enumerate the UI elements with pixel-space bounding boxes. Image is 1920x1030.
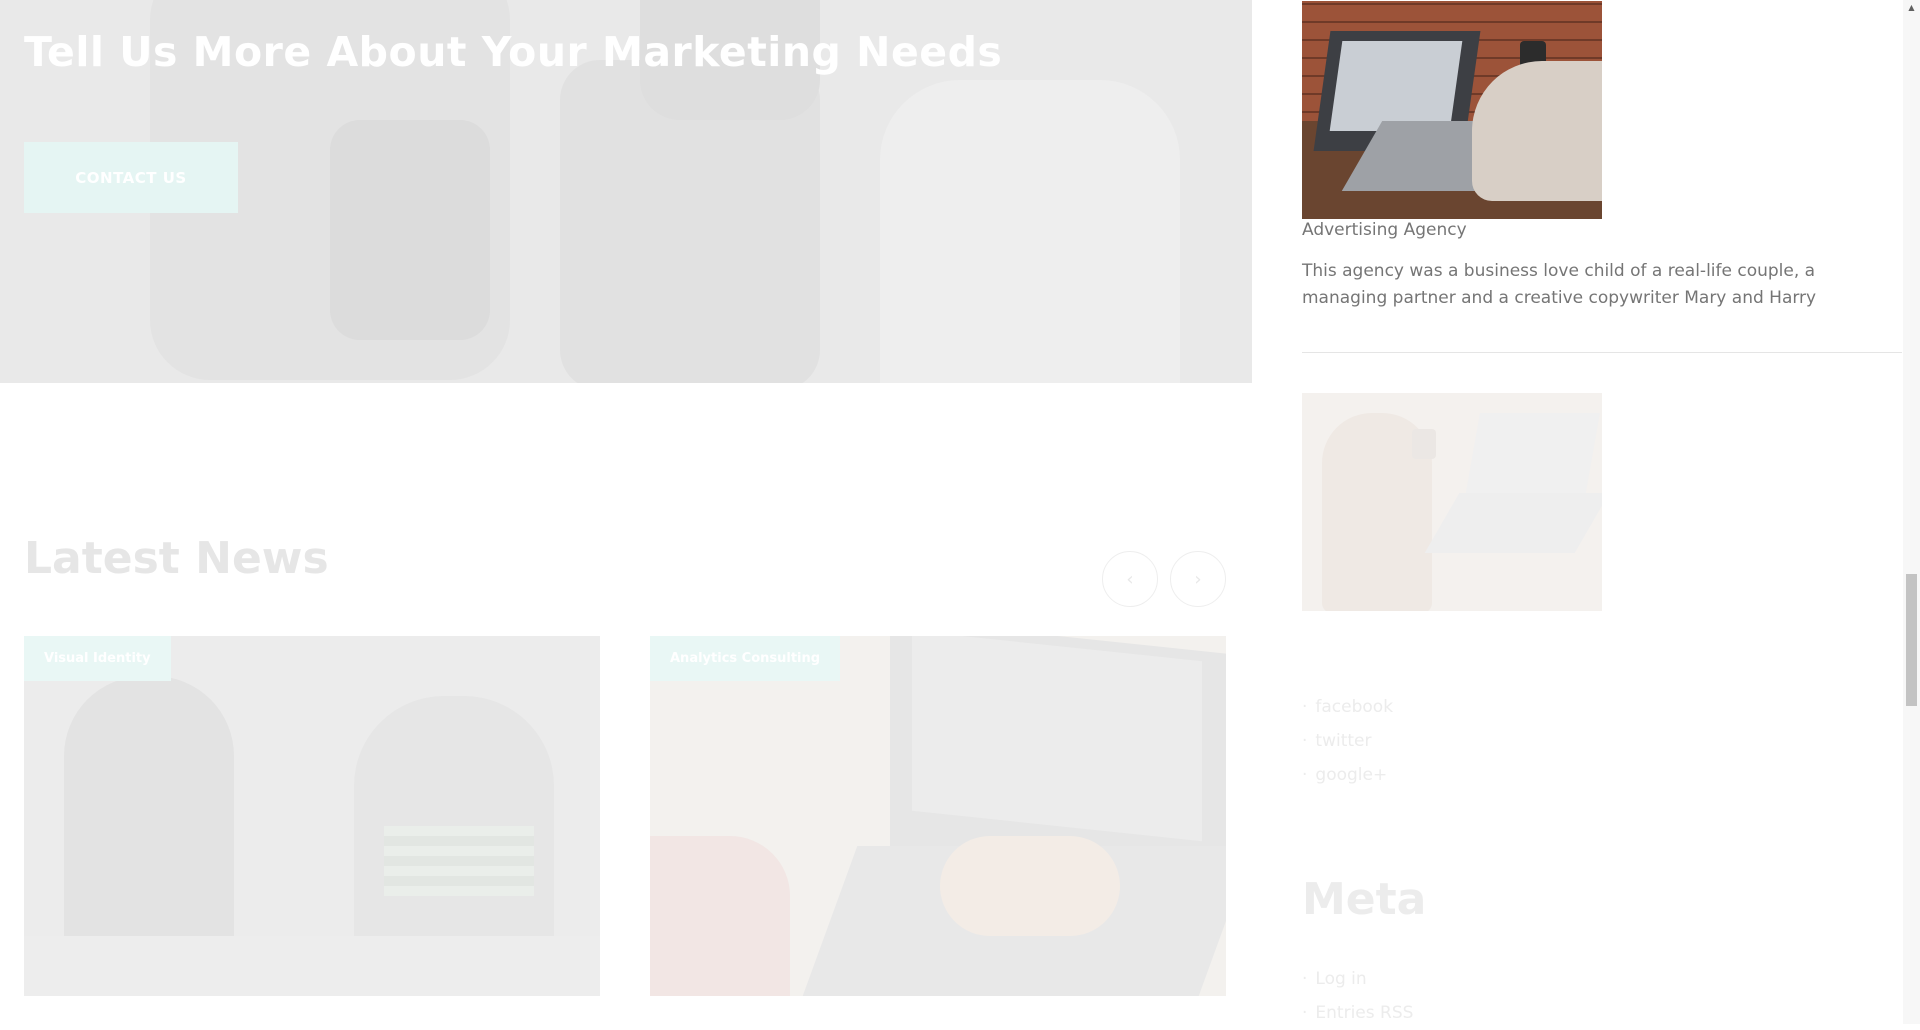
scroll-up-arrow-icon[interactable]: ▲: [1903, 0, 1920, 14]
hero-title: Tell Us More About Your Marketing Needs: [24, 28, 1003, 76]
latest-news-heading: Latest News: [24, 533, 329, 584]
chevron-right-icon: ›: [1194, 568, 1202, 590]
news-prev-button[interactable]: ‹: [1102, 551, 1158, 607]
social-link-google-plus[interactable]: google+: [1302, 758, 1393, 792]
contact-us-button[interactable]: CONTACT US: [24, 142, 238, 213]
category-badge[interactable]: Visual Identity: [24, 636, 171, 681]
advertising-agency-thumbnail[interactable]: [1302, 1, 1602, 219]
sidebar-post-description: This agency was a business love child of…: [1302, 261, 1817, 308]
scrollbar-thumb[interactable]: [1906, 574, 1917, 706]
social-link-facebook[interactable]: facebook: [1302, 690, 1393, 724]
sidebar-post-title[interactable]: Advertising Agency: [1302, 220, 1467, 240]
chevron-left-icon: ‹: [1126, 568, 1134, 590]
news-card-visual-identity[interactable]: Visual Identity: [24, 636, 600, 996]
social-links-list: facebook twitter google+: [1302, 690, 1393, 792]
page-scrollbar[interactable]: ▲: [1903, 0, 1920, 1024]
sidebar-divider: [1302, 352, 1902, 353]
news-next-button[interactable]: ›: [1170, 551, 1226, 607]
meta-link-entries-rss[interactable]: Entries RSS: [1302, 996, 1413, 1030]
meta-link-log-in[interactable]: Log in: [1302, 962, 1413, 996]
meta-heading: Meta: [1302, 874, 1427, 925]
news-card-analytics-consulting[interactable]: Analytics Consulting: [650, 636, 1226, 996]
meta-links-list: Log in Entries RSS: [1302, 962, 1413, 1030]
social-link-twitter[interactable]: twitter: [1302, 724, 1393, 758]
sidebar-second-thumbnail[interactable]: [1302, 393, 1602, 611]
hero-banner: Tell Us More About Your Marketing Needs …: [0, 0, 1252, 383]
category-badge[interactable]: Analytics Consulting: [650, 636, 841, 681]
